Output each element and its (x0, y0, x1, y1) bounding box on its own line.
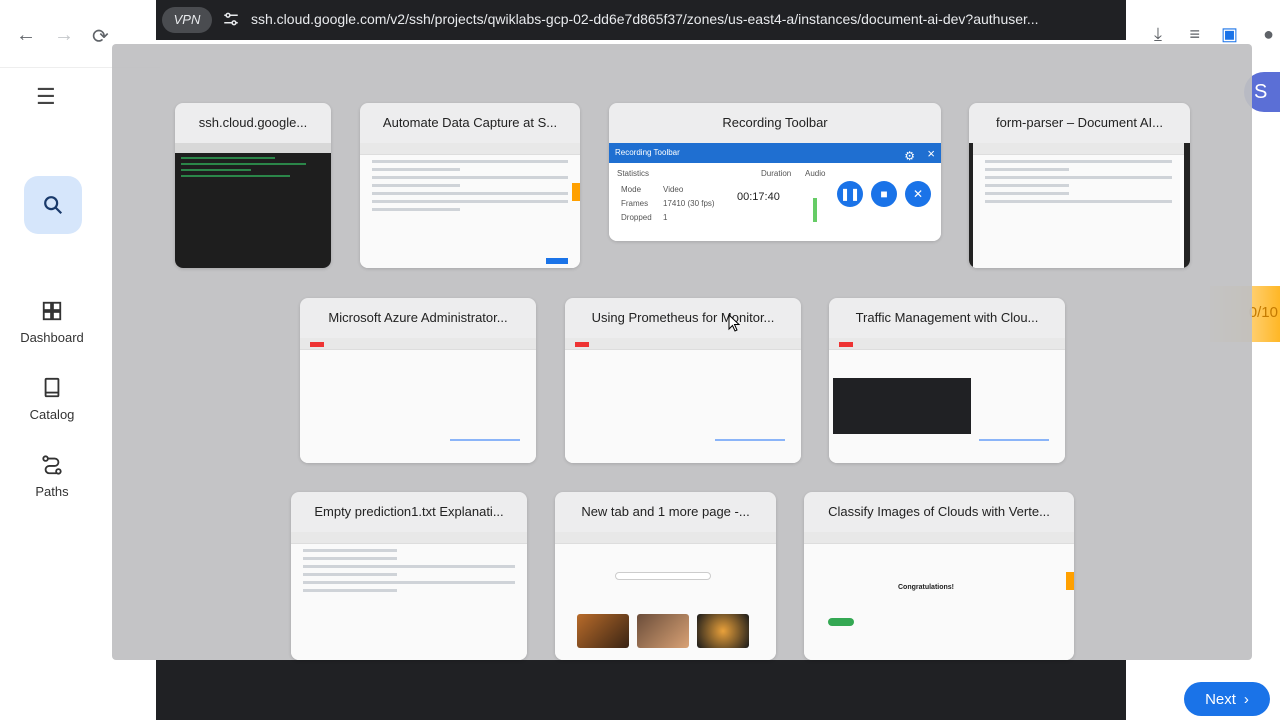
next-button[interactable]: Next › (1184, 682, 1270, 716)
frames-value: 17410 (30 fps) (663, 199, 715, 208)
stats-heading: Statistics (617, 169, 650, 178)
url-text[interactable]: ssh.cloud.google.com/v2/ssh/projects/qwi… (251, 11, 1121, 27)
stop-icon: ■ (871, 181, 897, 207)
chevron-right-icon: › (1243, 690, 1249, 708)
back-arrow-icon[interactable]: ← (16, 24, 36, 47)
site-settings-icon[interactable] (222, 10, 240, 28)
sidebar-item-label: Catalog (29, 407, 75, 422)
window-thumbnail-traffic[interactable]: Traffic Management with Clou... (829, 298, 1065, 463)
route-icon (42, 455, 62, 475)
window-overview: ssh.cloud.google... Automate Data Captur… (112, 44, 1252, 660)
duration-value: 00:17:40 (737, 191, 780, 203)
window-thumbnail-prediction[interactable]: Empty prediction1.txt Explanati... (291, 492, 527, 660)
window-title: Recording Toolbar (722, 115, 828, 130)
page-preview (291, 532, 527, 660)
dropped-value: 1 (663, 213, 668, 222)
menu-collapse-icon[interactable]: ☰ (36, 84, 56, 110)
download-icon[interactable]: ⤓ (1154, 24, 1162, 45)
window-thumbnail-automate[interactable]: Automate Data Capture at S... (360, 103, 580, 268)
book-icon (44, 377, 60, 398)
recording-toolbar-preview: Recording Toolbar ⚙ × Statistics Duration … (609, 143, 941, 241)
window-title: Classify Images of Clouds with Verte... (828, 504, 1050, 519)
sidebar-item-dashboard[interactable]: Dashboard (0, 300, 104, 345)
window-thumbnail-new-tab[interactable]: New tab and 1 more page -... (555, 492, 776, 660)
window-title: Microsoft Azure Administrator... (328, 310, 508, 325)
address-bar: VPN ssh.cloud.google.com/v2/ssh/projects… (156, 0, 1126, 40)
congrats-heading: Congratulations! (898, 584, 954, 591)
audio-heading: Audio (805, 169, 826, 178)
forward-arrow-icon[interactable]: → (54, 24, 74, 47)
duration-heading: Duration (761, 169, 792, 178)
reload-icon[interactable]: ⟳ (92, 24, 109, 49)
side-panel-icon[interactable]: ▣ (1221, 24, 1238, 45)
mode-label: Mode (621, 185, 642, 194)
mode-value: Video (663, 185, 684, 194)
terminal-preview (175, 143, 331, 268)
window-title: Traffic Management with Clou... (855, 310, 1039, 325)
next-label: Next (1205, 690, 1236, 708)
window-title: Empty prediction1.txt Explanati... (314, 504, 504, 519)
gear-icon: ⚙ (904, 149, 915, 163)
window-thumbnail-classify[interactable]: Classify Images of Clouds with Verte... … (804, 492, 1074, 660)
window-thumbnail-form-parser[interactable]: form-parser – Document AI... (969, 103, 1190, 268)
recording-header: Recording Toolbar (615, 148, 680, 157)
search-button[interactable] (24, 176, 82, 234)
video-page-preview (565, 338, 801, 463)
window-title: Using Prometheus for Monitor... (591, 310, 775, 325)
vpn-chip[interactable]: VPN (162, 7, 212, 33)
sidebar-item-label: Dashboard (20, 330, 84, 345)
feed-image (577, 614, 629, 648)
sidebar-item-catalog[interactable]: Catalog (0, 377, 104, 422)
feed-image (637, 614, 689, 648)
video-page-preview (300, 338, 536, 463)
page-preview: Congratulations! (804, 532, 1074, 660)
video-page-preview (829, 338, 1065, 463)
close-icon: × (927, 146, 935, 161)
dashboard-icon (42, 301, 62, 321)
sidebar-item-label: Paths (35, 484, 69, 499)
window-title: form-parser – Document AI... (996, 115, 1163, 130)
window-title: ssh.cloud.google... (198, 115, 308, 130)
window-title: Automate Data Capture at S... (382, 115, 558, 130)
feed-image (697, 614, 749, 648)
page-preview (969, 143, 1190, 268)
media-control-icon[interactable]: ≡ (1189, 24, 1200, 45)
page-preview (360, 143, 580, 268)
audio-level-meter (813, 198, 817, 222)
profile-icon[interactable]: ● (1263, 24, 1274, 45)
dropped-label: Dropped (621, 213, 652, 222)
window-thumbnail-azure[interactable]: Microsoft Azure Administrator... (300, 298, 536, 463)
window-thumbnail-recording[interactable]: Recording Toolbar Recording Toolbar ⚙ × St… (609, 103, 941, 241)
dark-window-bottom (156, 660, 1126, 720)
pause-icon: ❚❚ (837, 181, 863, 207)
cancel-icon: ✕ (905, 181, 931, 207)
window-thumbnail-ssh[interactable]: ssh.cloud.google... (175, 103, 331, 268)
frames-label: Frames (621, 199, 649, 208)
window-title: New tab and 1 more page -... (581, 504, 750, 519)
mouse-cursor-icon (728, 314, 740, 332)
new-tab-preview (555, 532, 776, 660)
search-icon (44, 196, 63, 215)
window-thumbnail-prometheus[interactable]: Using Prometheus for Monitor... (565, 298, 801, 463)
sidebar-item-paths[interactable]: Paths (0, 454, 104, 499)
